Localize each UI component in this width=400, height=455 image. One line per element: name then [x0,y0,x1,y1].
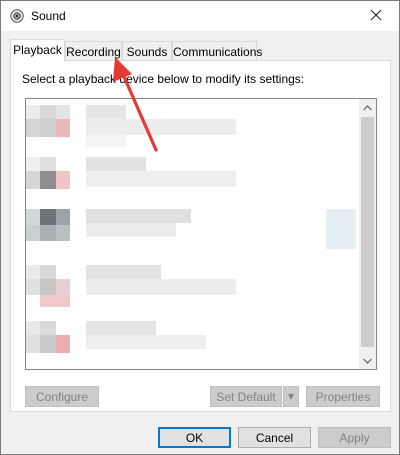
pixel-block [26,157,40,171]
pixel-block [56,279,70,295]
pixel-block [26,321,40,335]
pixel-block [86,105,126,119]
pixel-block [40,265,56,279]
pixel-block [56,119,70,137]
chevron-down-icon: ▾ [287,389,295,403]
pixel-block [86,279,236,295]
chevron-down-icon[interactable] [359,352,376,369]
pixel-block [86,135,126,147]
pixel-block [40,295,70,307]
apply-button[interactable]: Apply [318,427,391,448]
tab-sounds[interactable]: Sounds [122,41,172,61]
pixel-block [326,209,356,249]
ok-button[interactable]: OK [158,427,231,448]
device-row[interactable] [26,209,360,261]
close-icon [370,9,382,24]
pixel-block [40,321,56,335]
pixel-block [40,279,56,295]
pixel-block [40,335,56,353]
pixel-block [86,223,176,237]
pixel-block [56,105,70,119]
pixel-block [56,335,70,353]
playback-panel: Select a playback device below to modify… [10,60,391,412]
configure-button[interactable]: Configure [25,386,99,407]
title-bar[interactable]: Sound [1,1,399,31]
pixel-block [26,119,40,137]
pixel-block [56,209,70,225]
pixel-block [40,119,56,137]
pixel-block [56,171,70,189]
tab-playback[interactable]: Playback [10,39,65,62]
pixel-block [86,157,146,171]
pixel-block [86,209,191,223]
instruction-text: Select a playback device below to modify… [22,72,305,86]
pixel-block [26,209,40,225]
device-icon-pixelated [26,105,40,119]
cancel-button[interactable]: Cancel [238,427,311,448]
pixel-block [56,225,70,241]
pixel-block [26,279,40,295]
pixel-block [26,335,40,353]
properties-button[interactable]: Properties [306,386,380,407]
pixel-block [40,209,56,225]
set-default-button[interactable]: Set Default [210,386,282,407]
tab-communications[interactable]: Communications [172,41,262,61]
pixel-block [86,321,156,335]
device-list[interactable] [25,98,377,370]
device-row[interactable] [26,321,360,369]
pixel-block [40,105,56,119]
pixel-block [26,225,40,241]
device-row[interactable] [26,265,360,317]
pixel-block [26,265,40,279]
pixel-block [40,225,56,241]
tab-recording[interactable]: Recording [65,41,122,61]
pixel-block [86,119,236,135]
pixel-block [86,171,236,187]
set-default-dropdown-button[interactable]: ▾ [283,386,299,407]
pixel-block [40,171,56,189]
device-row[interactable] [26,157,360,209]
pixel-block [40,157,56,171]
vertical-scrollbar[interactable] [359,99,376,369]
close-button[interactable] [353,1,399,31]
pixel-block [26,171,40,189]
dialog-button-row: OK Cancel Apply [1,421,399,455]
sound-dialog: Sound Playback Recording Sounds Communic… [0,0,400,455]
chevron-up-icon[interactable] [359,99,376,116]
pixel-block [86,265,161,279]
pixel-block [86,335,206,349]
window-title: Sound [31,9,66,23]
speaker-icon [10,9,24,23]
device-row[interactable] [26,105,360,157]
scrollbar-thumb[interactable] [361,117,374,347]
